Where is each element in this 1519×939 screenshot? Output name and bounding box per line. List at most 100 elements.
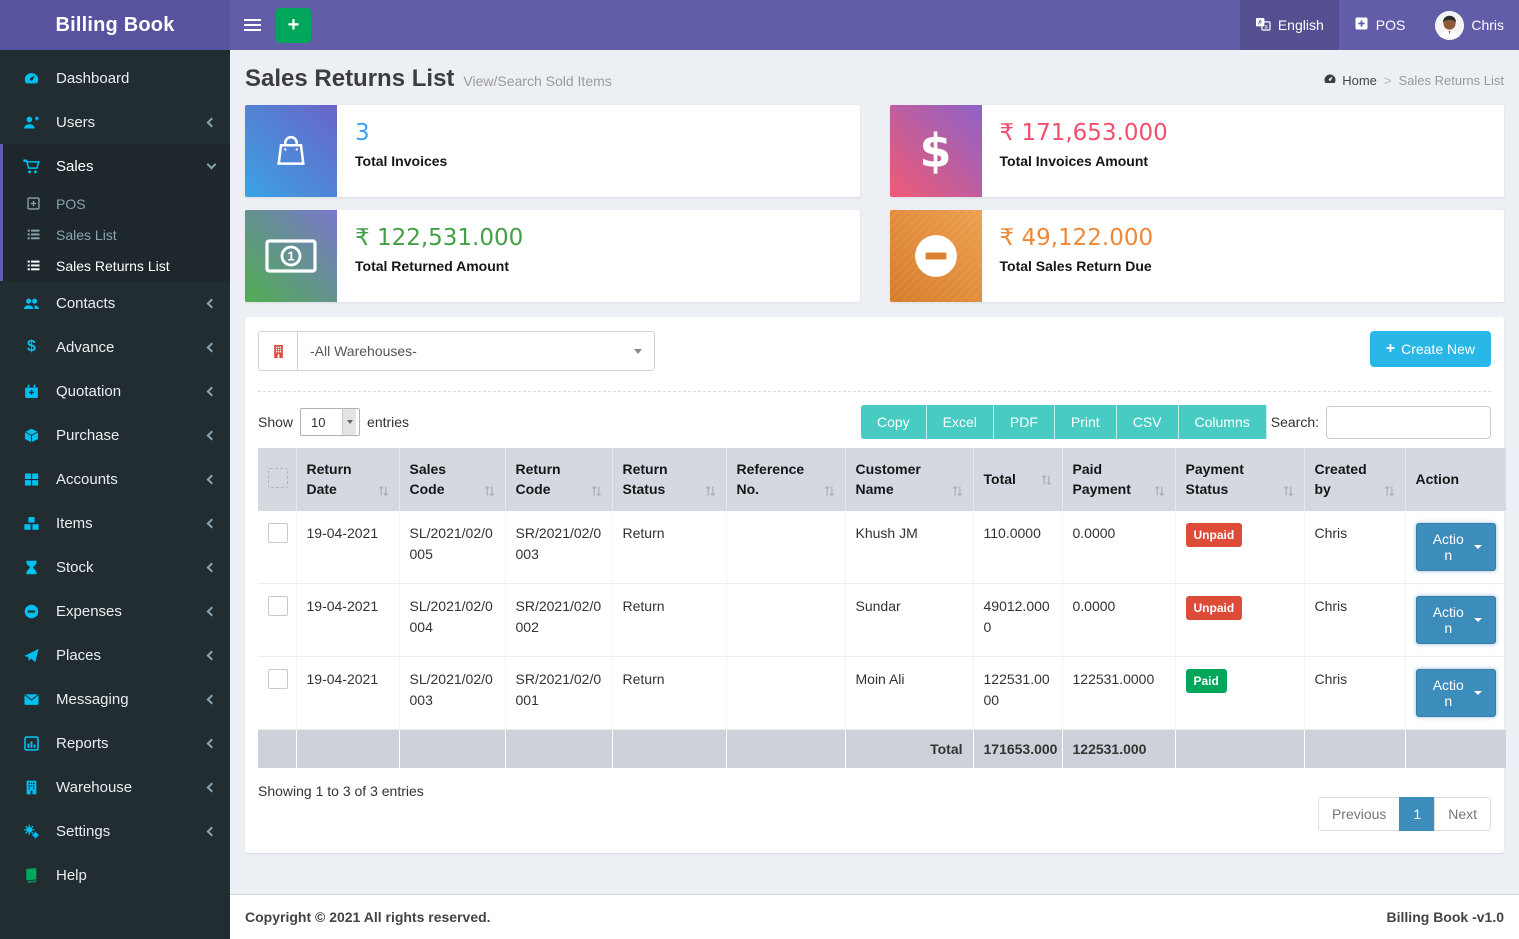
menu-toggle-icon[interactable] <box>230 0 276 50</box>
cell-return-code: SR/2021/02/0001 <box>505 656 612 729</box>
sidebar-item-reports[interactable]: Reports <box>0 721 230 765</box>
warehouse-select[interactable]: -All Warehouses- <box>297 331 655 371</box>
sort-icon <box>952 484 963 498</box>
next-page-button[interactable]: Next <box>1434 797 1491 831</box>
cell-paid-payment: 0.0000 <box>1062 583 1175 656</box>
pos-icon <box>1354 16 1369 34</box>
sidebar-item-purchase[interactable]: Purchase <box>0 413 230 457</box>
sidebar-item-advance[interactable]: $ Advance <box>0 325 230 369</box>
create-new-button[interactable]: + Create New <box>1370 331 1491 367</box>
page-size-select[interactable]: 10 <box>300 408 360 436</box>
sidebar-item-help[interactable]: Help <box>0 853 230 897</box>
page-size-select-wrap: 10 <box>300 408 360 436</box>
excel-button[interactable]: Excel <box>927 405 994 439</box>
sidebar-item-places[interactable]: Places <box>0 633 230 677</box>
sidebar-label: Purchase <box>56 427 119 444</box>
app-brand[interactable]: Billing Book <box>0 0 230 50</box>
sort-icon <box>1041 473 1052 487</box>
paper-plane-icon <box>22 647 41 664</box>
sidebar-label: Warehouse <box>56 779 132 796</box>
th-reference-no[interactable]: Reference No. <box>726 448 845 511</box>
stat-card-invoices-amount: $ ₹ 171,653.000 Total Invoices Amount <box>890 105 1505 197</box>
sidebar-item-users[interactable]: Users <box>0 100 230 144</box>
status-badge: Unpaid <box>1186 523 1243 547</box>
page-subtitle: View/Search Sold Items <box>463 73 611 89</box>
sidebar-item-dashboard[interactable]: Dashboard <box>0 56 230 100</box>
sidebar-item-pos[interactable]: POS <box>3 188 230 219</box>
sidebar-label: Accounts <box>56 471 118 488</box>
th-payment-status[interactable]: Payment Status <box>1175 448 1304 511</box>
csv-button[interactable]: CSV <box>1117 405 1179 439</box>
sidebar-item-settings[interactable]: Settings <box>0 809 230 853</box>
print-button[interactable]: Print <box>1055 405 1117 439</box>
shopping-bag-icon <box>245 105 337 197</box>
stat-value: ₹ 171,653.000 <box>1000 120 1168 146</box>
column-label: Reference No. <box>737 459 820 500</box>
th-paid-payment[interactable]: Paid Payment <box>1062 448 1175 511</box>
chevron-left-icon <box>207 826 217 836</box>
action-button[interactable]: Action <box>1416 523 1497 571</box>
row-checkbox[interactable] <box>268 523 288 543</box>
sidebar-label: Expenses <box>56 603 122 620</box>
chevron-left-icon <box>207 694 217 704</box>
previous-page-button[interactable]: Previous <box>1318 797 1400 831</box>
row-checkbox[interactable] <box>268 669 288 689</box>
sidebar-item-expenses[interactable]: Expenses <box>0 589 230 633</box>
row-checkbox[interactable] <box>268 596 288 616</box>
sidebar-label: Settings <box>56 823 110 840</box>
select-all-checkbox[interactable] <box>268 468 288 488</box>
chevron-left-icon <box>207 650 217 660</box>
th-total[interactable]: Total <box>973 448 1062 511</box>
language-menu[interactable]: Aa English <box>1240 0 1339 50</box>
sidebar-item-sales[interactable]: Sales <box>3 144 230 188</box>
search-input[interactable] <box>1326 406 1491 439</box>
user-menu[interactable]: Chris <box>1420 0 1519 50</box>
sidebar-item-accounts[interactable]: Accounts <box>0 457 230 501</box>
th-created-by[interactable]: Created by <box>1304 448 1405 511</box>
sidebar-item-sales-list[interactable]: Sales List <box>3 219 230 250</box>
copy-button[interactable]: Copy <box>861 405 927 439</box>
cell-return-code: SR/2021/02/0003 <box>505 511 612 584</box>
sidebar-item-quotation[interactable]: Quotation <box>0 369 230 413</box>
action-button[interactable]: Action <box>1416 669 1497 717</box>
breadcrumb-home[interactable]: Home <box>1323 72 1377 89</box>
th-return-status[interactable]: Return Status <box>612 448 726 511</box>
th-select-all[interactable] <box>258 448 296 511</box>
th-return-code[interactable]: Return Code <box>505 448 612 511</box>
sidebar-item-stock[interactable]: Stock <box>0 545 230 589</box>
dollar-sign-icon: $ <box>890 105 982 197</box>
cell-paid-payment: 122531.0000 <box>1062 656 1175 729</box>
stat-value: 3 <box>355 120 447 146</box>
sidebar-label: Dashboard <box>56 70 129 87</box>
th-customer-name[interactable]: Customer Name <box>845 448 973 511</box>
columns-button[interactable]: Columns <box>1179 405 1267 439</box>
sort-icon <box>1384 484 1395 498</box>
sidebar-item-items[interactable]: Items <box>0 501 230 545</box>
cell-total: 110.0000 <box>973 511 1062 584</box>
total-sum: 171653.000 <box>973 729 1062 768</box>
th-return-date[interactable]: Return Date <box>296 448 399 511</box>
sidebar-label: Contacts <box>56 295 115 312</box>
pagination: Previous 1 Next <box>1318 797 1491 831</box>
th-sales-code[interactable]: Sales Code <box>399 448 505 511</box>
page-1-button[interactable]: 1 <box>1399 797 1435 831</box>
action-button[interactable]: Action <box>1416 596 1497 644</box>
sidebar-item-contacts[interactable]: Contacts <box>0 281 230 325</box>
sidebar-item-warehouse[interactable]: Warehouse <box>0 765 230 809</box>
sidebar-item-messaging[interactable]: Messaging <box>0 677 230 721</box>
entries-summary: Showing 1 to 3 of 3 entries <box>258 783 424 799</box>
paid-sum: 122531.000 <box>1062 729 1175 768</box>
sidebar: Dashboard Users Sales POS Sales List <box>0 50 230 939</box>
stat-value: ₹ 122,531.000 <box>355 225 523 251</box>
quick-add-button[interactable]: + <box>276 8 311 43</box>
cell-reference-no <box>726 583 845 656</box>
sales-returns-panel: -All Warehouses- + Create New Show <box>245 317 1504 853</box>
sidebar-item-sales-returns-list[interactable]: Sales Returns List <box>3 250 230 281</box>
pos-shortcut[interactable]: POS <box>1339 0 1421 50</box>
stat-card-total-invoices: 3 Total Invoices <box>245 105 860 197</box>
cell-paid-payment: 0.0000 <box>1062 511 1175 584</box>
cell-return-status: Return <box>612 656 726 729</box>
chevron-left-icon <box>207 474 217 484</box>
pdf-button[interactable]: PDF <box>994 405 1055 439</box>
column-label: Created by <box>1315 459 1380 500</box>
